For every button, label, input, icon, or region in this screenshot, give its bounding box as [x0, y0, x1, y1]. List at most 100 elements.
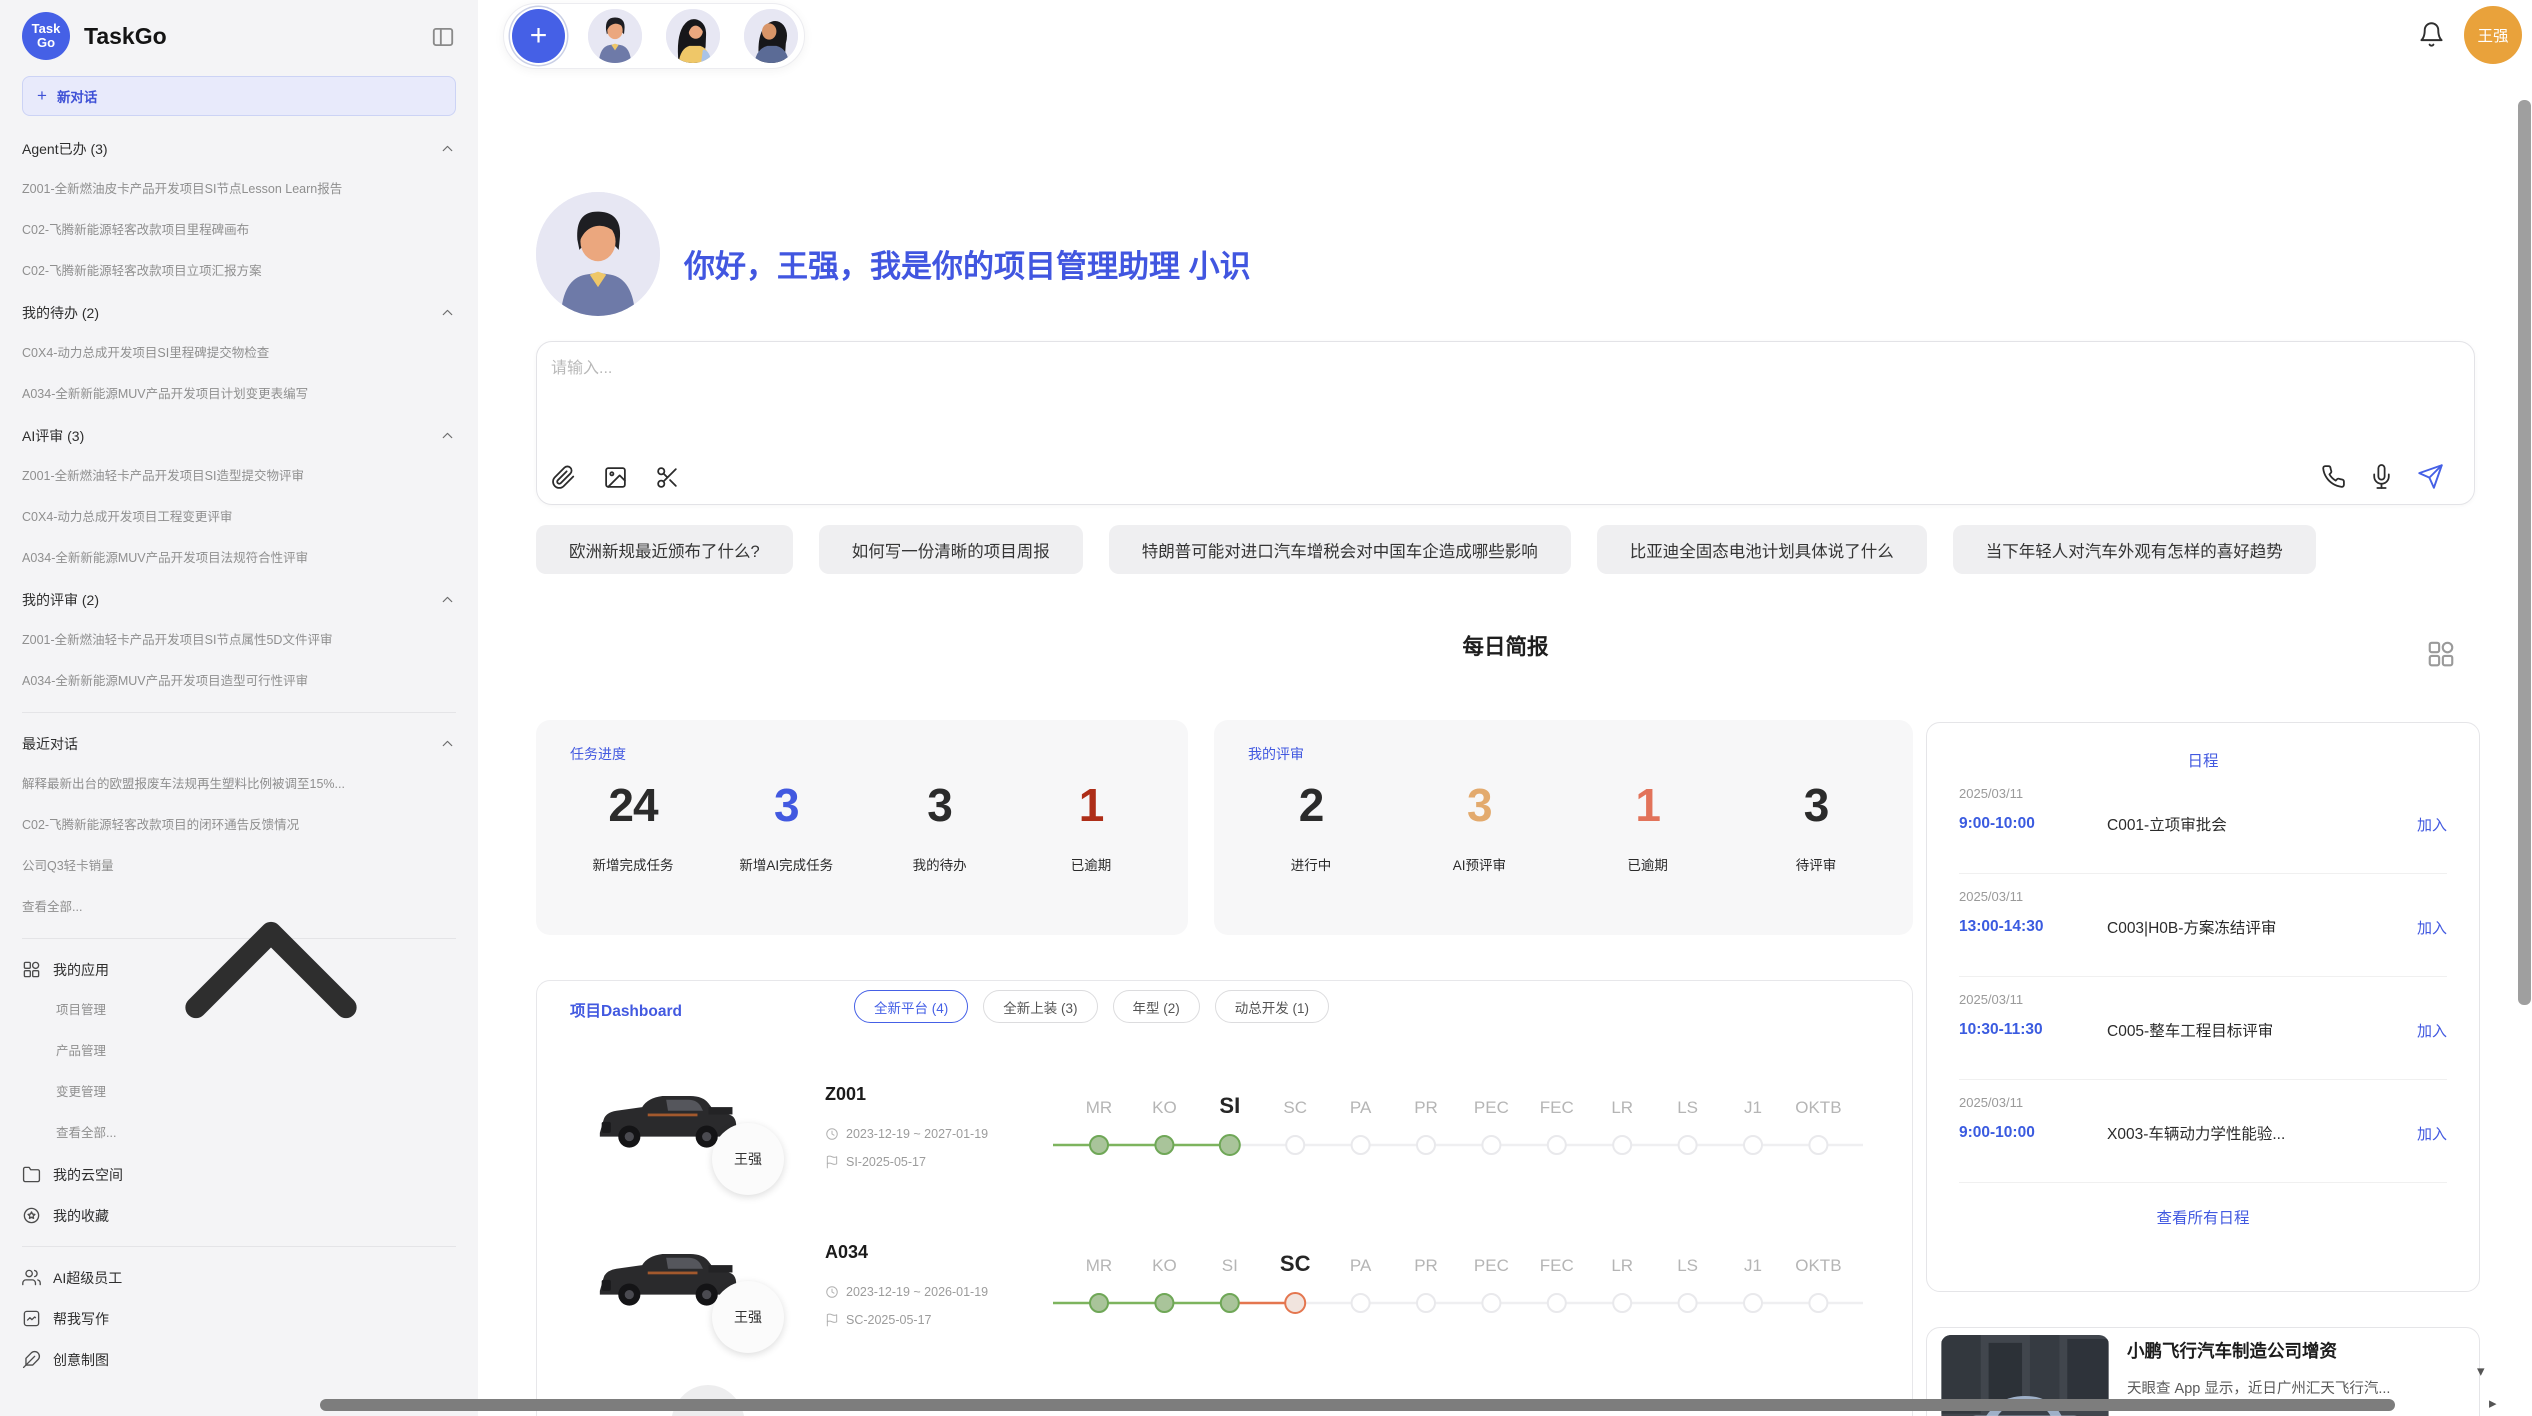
schedule-date: 2025/03/11	[1959, 889, 2447, 904]
label: 帮我写作	[53, 1309, 109, 1329]
sidebar-section-header[interactable]: Agent已办 (3)	[22, 128, 456, 169]
add-agent-button[interactable]: +	[512, 9, 565, 63]
svg-text:PEC: PEC	[1474, 1098, 1509, 1117]
stat-card-title: 任务进度	[570, 744, 1154, 764]
sidebar-tool-users[interactable]: AI超级员工	[22, 1257, 456, 1298]
sidebar-section-header-recent[interactable]: 最近对话	[22, 723, 456, 764]
sidebar-task-item[interactable]: Z001-全新燃油轻卡产品开发项目SI造型提交物评审	[22, 456, 456, 497]
stat-item: 3我的待办	[895, 778, 985, 874]
sidebar-task-item[interactable]: A034-全新新能源MUV产品开发项目造型可行性评审	[22, 661, 456, 702]
schedule-item-row: 9:00-10:00C001-立项审批会加入	[1959, 813, 2447, 835]
sidebar-task-item[interactable]: Z001-全新燃油皮卡产品开发项目SI节点Lesson Learn报告	[22, 169, 456, 210]
taskgo-logo-icon: Task Go	[22, 12, 70, 60]
project-code: A034	[825, 1242, 868, 1263]
sidebar-nav: Agent已办 (3)Z001-全新燃油皮卡产品开发项目SI节点Lesson L…	[0, 128, 478, 1380]
stat-value: 3	[895, 778, 985, 832]
new-chat-label: 新对话	[57, 86, 98, 106]
sidebar-task-item[interactable]: Z001-全新燃油轻卡产品开发项目SI节点属性5D文件评审	[22, 620, 456, 661]
scroll-down-arrow-icon[interactable]: ▾	[2477, 1364, 2485, 1379]
insert-image-icon[interactable]	[603, 465, 628, 490]
suggestion-chips: 欧洲新规最近颁布了什么? 如何写一份清晰的项目周报特朗普可能对进口汽车增税会对中国…	[536, 525, 2475, 574]
sidebar-task-item[interactable]: C0X4-动力总成开发项目工程变更评审	[22, 497, 456, 538]
task-progress-card: 任务进度24新增完成任务3新增AI完成任务3我的待办1已逾期	[536, 720, 1188, 935]
sidebar-task-item[interactable]: A034-全新新能源MUV产品开发项目法规符合性评审	[22, 538, 456, 579]
new-chat-button[interactable]: + 新对话	[22, 76, 456, 116]
dashboard-tabs: 全新平台 (4) 全新上装 (3) 年型 (2) 动总开发 (1)	[854, 990, 1329, 1023]
svg-text:FEC: FEC	[1540, 1256, 1574, 1275]
dashboard-header: 项目Dashboard 全新平台 (4)全新上装 (3)年型 (2)动总开发 (…	[537, 981, 1912, 1043]
sidebar-task-item[interactable]: C02-飞腾新能源轻客改款项目里程碑画布	[22, 210, 456, 251]
join-meeting-link[interactable]: 加入	[2417, 917, 2447, 938]
recent-chat-item[interactable]: 解释最新出台的欧盟报废车法规再生塑料比例被调至15%...	[22, 764, 456, 805]
milestone-flag-text: SI-2025-05-17	[846, 1155, 926, 1169]
dashboard-tab[interactable]: 年型 (2)	[1113, 990, 1200, 1023]
suggestion-chip[interactable]: 如何写一份清晰的项目周报	[819, 525, 1083, 574]
sidebar-task-item[interactable]: C0X4-动力总成开发项目SI里程碑提交物检查	[22, 333, 456, 374]
join-meeting-link[interactable]: 加入	[2417, 1123, 2447, 1144]
suggestion-chip[interactable]: 当下年轻人对汽车外观有怎样的喜好趋势	[1953, 525, 2316, 574]
svg-text:PR: PR	[1414, 1256, 1438, 1275]
agent-avatar-3[interactable]	[744, 9, 798, 63]
users-icon	[22, 1268, 41, 1287]
join-meeting-link[interactable]: 加入	[2417, 1020, 2447, 1041]
project-row[interactable]: 王强Z0012023-12-19 ~ 2027-01-19SI-2025-05-…	[537, 1083, 1912, 1241]
project-row[interactable]: 王强A0342023-12-19 ~ 2026-01-19SC-2025-05-…	[537, 1241, 1912, 1399]
stat-value: 2	[1266, 778, 1356, 832]
vertical-scrollbar[interactable]	[2518, 100, 2531, 1005]
sidebar-section-header[interactable]: AI评审 (3)	[22, 415, 456, 456]
stat-value: 1	[1046, 778, 1136, 832]
join-meeting-link[interactable]: 加入	[2417, 814, 2447, 835]
sidebar-item-favorites[interactable]: 我的收藏	[22, 1195, 456, 1236]
stat-item: 3新增AI完成任务	[739, 778, 833, 874]
sidebar-item-my-apps[interactable]: 我的应用	[22, 949, 456, 990]
microphone-icon[interactable]	[2369, 464, 2394, 489]
project-owner-badge: 王强	[712, 1123, 784, 1195]
suggestion-chip[interactable]: 特朗普可能对进口汽车增税会对中国车企造成哪些影响	[1109, 525, 1571, 574]
sidebar-tool-write[interactable]: 帮我写作	[22, 1298, 456, 1339]
label: 我的收藏	[53, 1206, 109, 1226]
horizontal-scrollbar[interactable]	[320, 1399, 2395, 1411]
dashboard-tab[interactable]: 全新上装 (3)	[983, 990, 1097, 1023]
daily-brief-title: 每日简报	[536, 630, 2475, 661]
dashboard-tab[interactable]: 全新平台 (4)	[854, 990, 968, 1023]
section-label: 我的评审 (2)	[22, 590, 99, 610]
dashboard-tab[interactable]: 动总开发 (1)	[1215, 990, 1329, 1023]
agent-avatar-1[interactable]	[588, 9, 642, 63]
schedule-item-row: 9:00-10:00X003-车辆动力学性能验...加入	[1959, 1122, 2447, 1144]
send-icon[interactable]	[2417, 463, 2444, 490]
sidebar-collapse-icon[interactable]	[430, 24, 456, 50]
view-all-schedule-link[interactable]: 查看所有日程	[1959, 1206, 2447, 1228]
chat-input[interactable]	[551, 354, 2051, 446]
agent-avatar-2[interactable]	[666, 9, 720, 63]
svg-text:LS: LS	[1677, 1098, 1698, 1117]
sidebar-section-header[interactable]: 我的评审 (2)	[22, 579, 456, 620]
user-avatar[interactable]: 王强	[2464, 6, 2522, 64]
layout-grid-icon[interactable]	[2426, 639, 2456, 669]
schedule-item-row: 13:00-14:30C003|H0B-方案冻结评审加入	[1959, 916, 2447, 938]
suggestion-chip[interactable]: 比亚迪全固态电池计划具体说了什么	[1597, 525, 1927, 574]
voice-call-icon[interactable]	[2321, 464, 2346, 489]
composer-left-actions	[551, 465, 680, 490]
svg-text:PEC: PEC	[1474, 1256, 1509, 1275]
screenshot-scissors-icon[interactable]	[655, 465, 680, 490]
sidebar-header: Task Go TaskGo	[0, 0, 478, 72]
stat-label: AI预评审	[1434, 854, 1524, 874]
svg-text:MR: MR	[1086, 1256, 1112, 1275]
svg-text:MR: MR	[1086, 1098, 1112, 1117]
svg-text:LR: LR	[1611, 1098, 1633, 1117]
sidebar-tool-pen[interactable]: 创意制图	[22, 1339, 456, 1380]
sidebar-section-header[interactable]: 我的待办 (2)	[22, 292, 456, 333]
sidebar-task-item[interactable]: A034-全新新能源MUV产品开发项目计划变更表编写	[22, 374, 456, 415]
chevron-up-icon	[439, 140, 456, 157]
attachment-icon[interactable]	[551, 465, 576, 490]
chevron-up-icon	[439, 735, 456, 752]
suggestion-chip[interactable]: 欧洲新规最近颁布了什么?	[536, 525, 793, 574]
svg-text:KO: KO	[1152, 1098, 1177, 1117]
schedule-event-title: X003-车辆动力学性能验...	[2107, 1122, 2417, 1144]
svg-text:SC: SC	[1283, 1098, 1307, 1117]
sidebar-task-item[interactable]: C02-飞腾新能源轻客改款项目立项汇报方案	[22, 251, 456, 292]
scroll-right-arrow-icon[interactable]: ▸	[2489, 1396, 2497, 1411]
notifications-bell-icon[interactable]	[2418, 21, 2445, 48]
sidebar-item-cloud-space[interactable]: 我的云空间	[22, 1154, 456, 1195]
schedule-item: 2025/03/119:00-10:00C001-立项审批会加入	[1959, 771, 2447, 874]
